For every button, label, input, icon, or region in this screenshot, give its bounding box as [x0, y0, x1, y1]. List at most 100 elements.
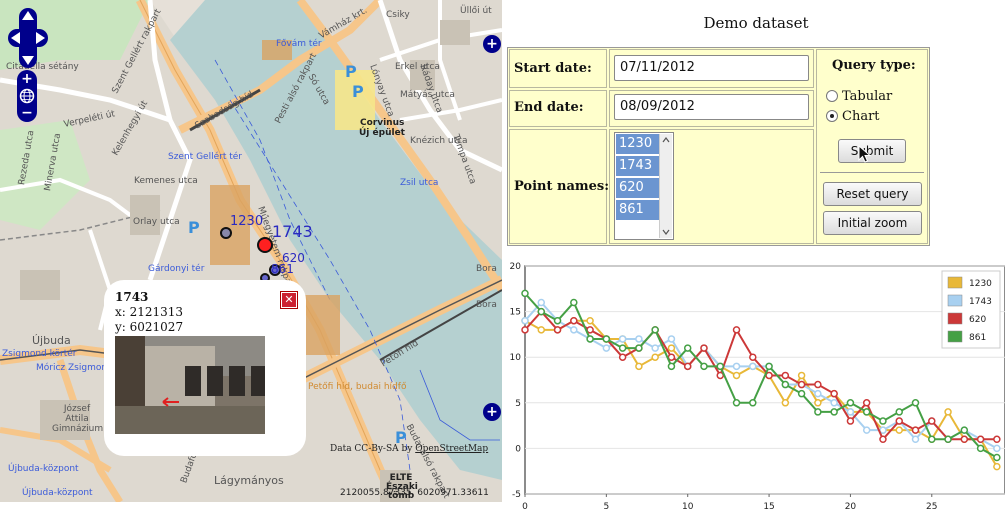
data-point[interactable] — [602, 344, 611, 352]
data-point[interactable] — [993, 444, 1001, 453]
radio-tabular[interactable] — [826, 90, 838, 102]
data-point[interactable] — [928, 435, 936, 444]
data-point[interactable] — [960, 426, 969, 434]
point-names-select[interactable]: 1230 1743 620 861 — [614, 132, 674, 240]
data-point[interactable] — [570, 316, 578, 325]
data-point[interactable] — [879, 435, 887, 444]
point-option[interactable]: 1230 — [616, 134, 663, 154]
point-option[interactable]: 1743 — [616, 156, 663, 176]
data-point[interactable] — [537, 326, 546, 334]
data-point[interactable] — [732, 399, 741, 407]
data-point[interactable] — [944, 408, 952, 416]
data-point[interactable] — [651, 353, 659, 361]
zoom-out-icon[interactable]: − — [19, 105, 35, 121]
initial-zoom-button[interactable]: Initial zoom — [823, 211, 922, 235]
reset-query-button[interactable]: Reset query — [823, 182, 922, 206]
data-point[interactable] — [618, 335, 627, 343]
data-point[interactable] — [618, 353, 627, 361]
data-point[interactable] — [895, 408, 903, 416]
data-point[interactable] — [521, 316, 529, 325]
data-point[interactable] — [667, 362, 676, 371]
data-point[interactable] — [797, 371, 806, 380]
data-point[interactable] — [537, 307, 546, 316]
data-point[interactable] — [993, 462, 1001, 471]
data-point[interactable] — [651, 326, 659, 334]
data-point[interactable] — [862, 408, 871, 416]
data-point[interactable] — [732, 326, 741, 334]
data-point[interactable] — [797, 380, 806, 389]
data-point[interactable] — [911, 435, 920, 444]
data-point[interactable] — [635, 344, 643, 352]
data-point[interactable] — [553, 326, 562, 334]
data-point[interactable] — [879, 417, 887, 425]
data-point[interactable] — [976, 435, 985, 444]
data-point[interactable] — [846, 408, 855, 416]
data-point[interactable] — [830, 408, 838, 416]
osm-link[interactable]: OpenStreetMap — [415, 444, 488, 454]
point-option[interactable]: 620 — [616, 178, 663, 198]
data-point[interactable] — [814, 408, 822, 416]
data-point[interactable] — [749, 362, 757, 371]
data-point[interactable] — [667, 335, 676, 343]
data-point[interactable] — [765, 362, 773, 371]
data-point[interactable] — [862, 399, 871, 407]
zoom-in-icon[interactable]: + — [19, 71, 35, 87]
data-point[interactable] — [862, 426, 871, 434]
data-point[interactable] — [960, 435, 969, 444]
data-point[interactable] — [700, 344, 708, 352]
data-point[interactable] — [846, 417, 855, 425]
data-point[interactable] — [814, 389, 822, 398]
data-point[interactable] — [911, 426, 920, 434]
data-point[interactable] — [781, 380, 790, 389]
data-point[interactable] — [895, 417, 903, 425]
data-point[interactable] — [732, 362, 741, 371]
list-scrollbar[interactable] — [659, 134, 672, 238]
data-point[interactable] — [716, 362, 725, 371]
submit-button[interactable]: Submit — [838, 139, 906, 163]
layer-switcher-plus-icon[interactable]: + — [483, 35, 501, 53]
data-point[interactable] — [749, 353, 757, 361]
pan-arrows-icon[interactable] — [8, 8, 48, 68]
data-point[interactable] — [521, 289, 529, 298]
data-point[interactable] — [781, 399, 790, 407]
data-point[interactable] — [928, 417, 936, 425]
data-point[interactable] — [635, 335, 643, 343]
point-option[interactable]: 861 — [616, 200, 663, 220]
data-point[interactable] — [521, 326, 529, 334]
data-point[interactable] — [797, 389, 806, 398]
point-marker-1230[interactable] — [220, 227, 232, 239]
data-point[interactable] — [635, 362, 643, 371]
data-point[interactable] — [976, 444, 985, 453]
data-point[interactable] — [814, 380, 822, 389]
data-point[interactable] — [846, 399, 855, 407]
close-icon[interactable]: ✕ — [280, 291, 298, 309]
layer-switcher-plus-icon[interactable]: + — [483, 403, 501, 421]
data-point[interactable] — [537, 298, 546, 307]
radio-chart[interactable] — [826, 110, 838, 122]
data-point[interactable] — [667, 344, 676, 352]
data-point[interactable] — [553, 316, 562, 325]
data-point[interactable] — [602, 335, 611, 343]
data-point[interactable] — [895, 426, 903, 434]
point-marker-1743[interactable] — [257, 237, 273, 253]
data-point[interactable] — [586, 335, 594, 343]
data-point[interactable] — [749, 399, 757, 407]
data-point[interactable] — [570, 298, 578, 307]
data-point[interactable] — [732, 371, 741, 380]
map-view[interactable]: Szent Gellért rakpart Szent Gellért tér … — [0, 0, 502, 502]
start-date-input[interactable]: 07/11/2012 — [614, 55, 809, 81]
data-point[interactable] — [814, 399, 822, 407]
data-point[interactable] — [993, 453, 1001, 462]
world-icon[interactable] — [19, 88, 35, 104]
data-point[interactable] — [570, 326, 578, 334]
data-point[interactable] — [586, 316, 594, 325]
data-point[interactable] — [911, 399, 920, 407]
data-point[interactable] — [781, 371, 790, 380]
data-point[interactable] — [830, 389, 838, 398]
data-point[interactable] — [683, 362, 692, 371]
end-date-input[interactable]: 08/09/2012 — [614, 94, 809, 120]
data-point[interactable] — [830, 399, 838, 407]
data-point[interactable] — [700, 362, 708, 371]
data-point[interactable] — [683, 344, 692, 352]
data-point[interactable] — [993, 435, 1001, 444]
